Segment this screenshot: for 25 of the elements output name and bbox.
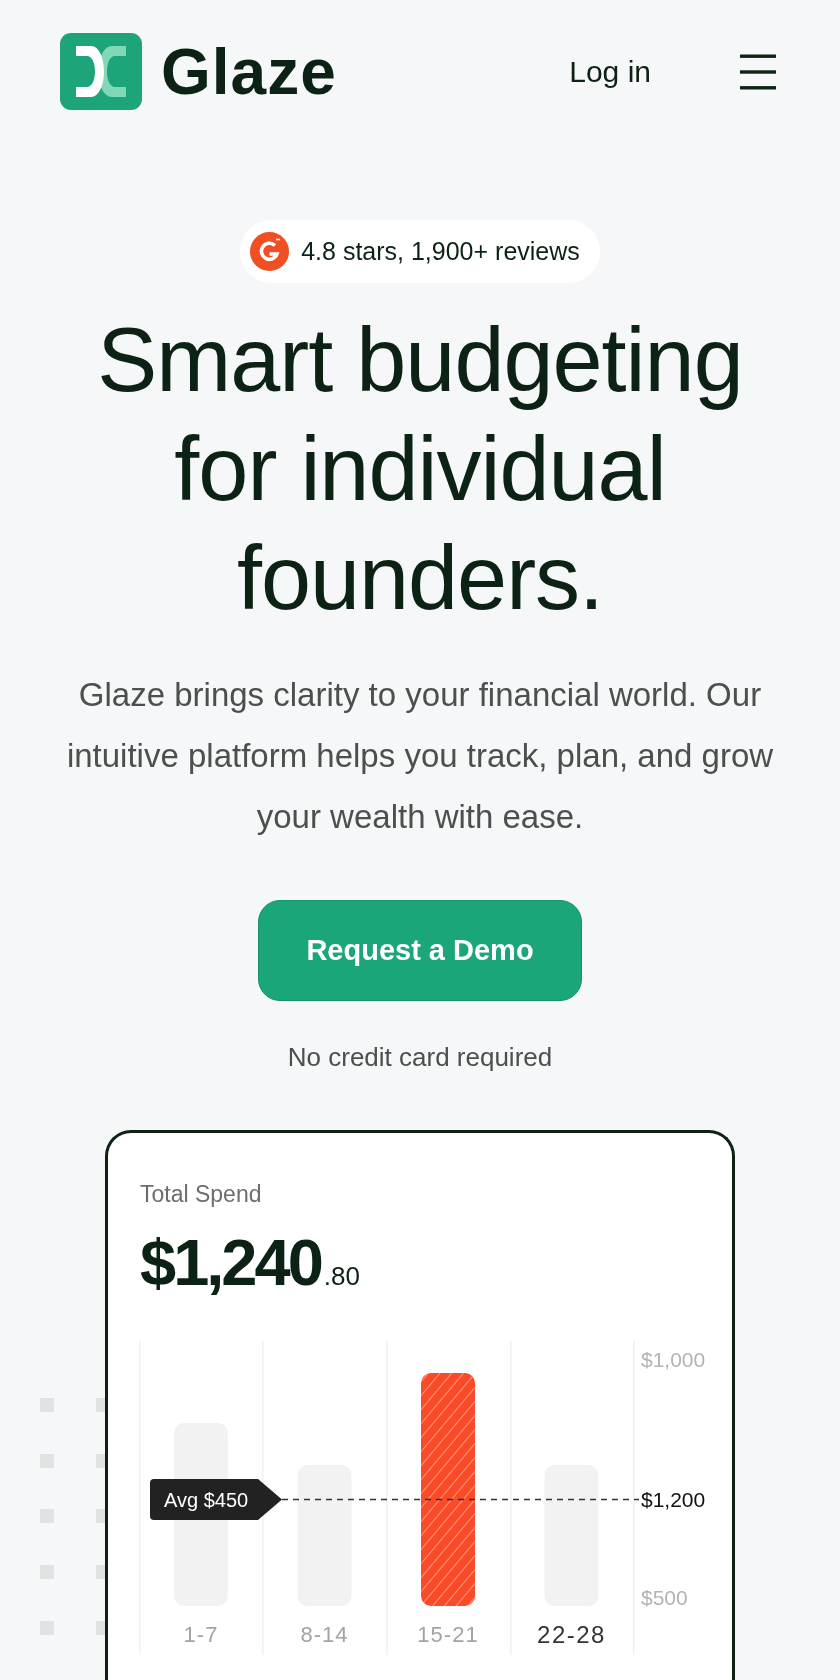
logo-icon (60, 33, 142, 110)
week-label: 1-7 (183, 1622, 219, 1647)
brand-name: Glaze (161, 39, 337, 104)
menu-icon (739, 53, 777, 90)
axis-label: $500 (641, 1585, 688, 1609)
headline: Smart budgeting for individual founders. (96, 309, 744, 630)
rating-text: 4.8 stars, 1,900+ reviews (301, 237, 580, 266)
decorative-square (96, 1565, 105, 1579)
hero-description: Glaze brings clarity to your financial world. Our intuitive platform helps you track, plan, and grow your wealth with ease. (65, 675, 775, 837)
card-title: Total Spend (140, 1180, 263, 1208)
decorative-square (96, 1509, 105, 1523)
review-logo-icon (250, 232, 290, 271)
menu-button[interactable] (739, 53, 777, 90)
axis-label: $1,000 (641, 1347, 706, 1371)
login-link[interactable]: Log in (569, 56, 651, 87)
decorative-square (96, 1621, 105, 1635)
cta-note: No credit card required (287, 1041, 553, 1073)
average-value: $1,200 (641, 1487, 706, 1511)
average-tag: Avg $450 (150, 1479, 282, 1520)
total-amount: $1,240.80 (140, 1228, 361, 1298)
decorative-square (96, 1454, 105, 1468)
week-label: 22-28 (537, 1621, 606, 1648)
decorative-square (96, 1398, 105, 1412)
week-label: 15-21 (417, 1622, 479, 1647)
week-label: 8-14 (300, 1622, 349, 1647)
